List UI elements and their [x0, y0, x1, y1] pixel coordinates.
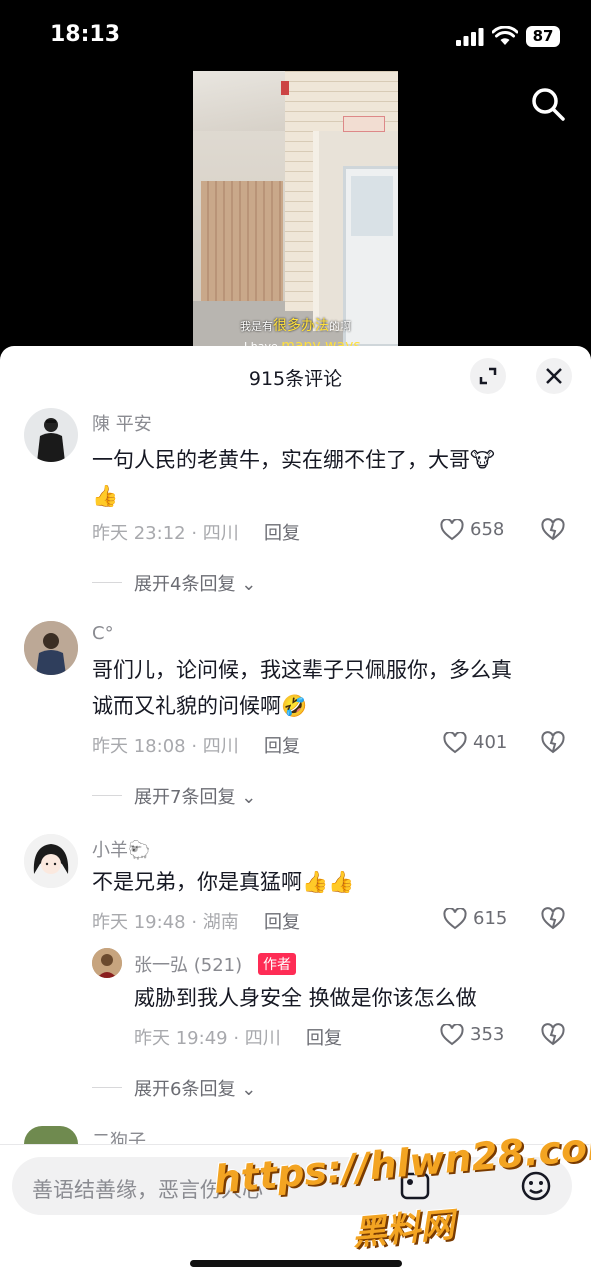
comment-username[interactable]: C° [92, 623, 114, 644]
expand-replies-label: 展开4条回复 [134, 574, 236, 595]
chevron-down-icon: ⌄ [241, 574, 257, 595]
reply-button[interactable]: 回复 [264, 908, 300, 934]
like-count: 615 [473, 908, 508, 929]
status-bar: 18:13 87 [0, 0, 591, 70]
comment-username[interactable]: 二狗子 [92, 1131, 146, 1144]
dislike-icon[interactable] [541, 731, 565, 755]
avatar[interactable] [24, 834, 78, 888]
expand-replies-label: 展开7条回复 [134, 787, 236, 808]
subtitle-prefix: 我是有 [240, 320, 273, 333]
reply-button[interactable]: 回复 [264, 732, 300, 758]
reply-button[interactable]: 回复 [306, 1024, 342, 1050]
comment-username-clip: 二狗子 [92, 1127, 192, 1144]
heart-icon[interactable] [440, 519, 464, 541]
reply-username[interactable]: 张一弘 (521) [134, 951, 242, 977]
avatar[interactable] [24, 621, 78, 675]
expand-replies-link[interactable]: 展开7条回复 ⌄ [134, 783, 256, 809]
avatar[interactable] [24, 408, 78, 462]
like-count: 658 [470, 519, 505, 540]
expand-replies-link[interactable]: 展开6条回复 ⌄ [134, 1075, 256, 1101]
comment-text: 哥们儿，论问候，我这辈子只佩服你，多么真 [92, 658, 512, 682]
heart-icon[interactable] [440, 1024, 464, 1046]
chevron-down-icon: ⌄ [241, 1079, 257, 1100]
dislike-icon[interactable] [541, 907, 565, 931]
subtitle-highlight: 很多办法 [273, 318, 329, 334]
comment-username[interactable]: 陳 平安 [92, 410, 152, 436]
dislike-icon[interactable] [541, 1023, 565, 1047]
avatar[interactable] [24, 1126, 78, 1144]
comment-text-cont: 👍 [92, 484, 119, 508]
reply-text: 威胁到我人身安全 换做是你该怎么做 [134, 986, 477, 1010]
divider [92, 795, 122, 796]
author-badge: 作者 [258, 953, 296, 975]
like-count: 401 [473, 732, 508, 753]
heart-icon[interactable] [443, 732, 467, 754]
divider [92, 582, 122, 583]
comment-time-location: 昨天 18:08 · 四川 [92, 736, 239, 757]
signal-icon [456, 28, 484, 46]
battery-indicator: 87 [526, 26, 560, 47]
reply-button[interactable]: 回复 [264, 519, 300, 545]
comment-username[interactable]: 小羊🐑 [92, 836, 150, 862]
comment-text: 不是兄弟，你是真猛啊👍👍 [92, 870, 355, 894]
comment-text: 一句人民的老黄牛，实在绷不住了，大哥🐮 [92, 448, 495, 472]
expand-icon [479, 367, 497, 385]
subtitle-suffix: 的啊 [329, 320, 351, 333]
comment-text-cont: 诚而又礼貌的问候啊🤣 [92, 694, 308, 718]
watermark-name: 黑料网 [350, 1205, 456, 1254]
wifi-icon [492, 26, 518, 45]
search-icon[interactable] [528, 84, 568, 124]
dislike-icon[interactable] [541, 518, 565, 542]
close-icon [546, 368, 562, 384]
expand-replies-link[interactable]: 展开4条回复 ⌄ [134, 570, 256, 596]
avatar[interactable] [92, 948, 122, 978]
video-subtitle: 我是有很多办法的啊 [240, 315, 351, 335]
expand-button[interactable] [470, 358, 506, 394]
comment-time-location: 昨天 19:48 · 湖南 [92, 912, 239, 933]
comment-time-location: 昨天 23:12 · 四川 [92, 523, 239, 544]
reply-time-location: 昨天 19:49 · 四川 [134, 1028, 281, 1049]
heart-icon[interactable] [443, 908, 467, 930]
expand-replies-label: 展开6条回复 [134, 1079, 236, 1100]
chevron-down-icon: ⌄ [241, 787, 257, 808]
video-player[interactable] [193, 71, 398, 351]
status-time: 18:13 [50, 22, 121, 47]
like-count: 353 [470, 1024, 505, 1045]
close-button[interactable] [536, 358, 572, 394]
divider [92, 1087, 122, 1088]
home-indicator[interactable] [190, 1260, 402, 1267]
